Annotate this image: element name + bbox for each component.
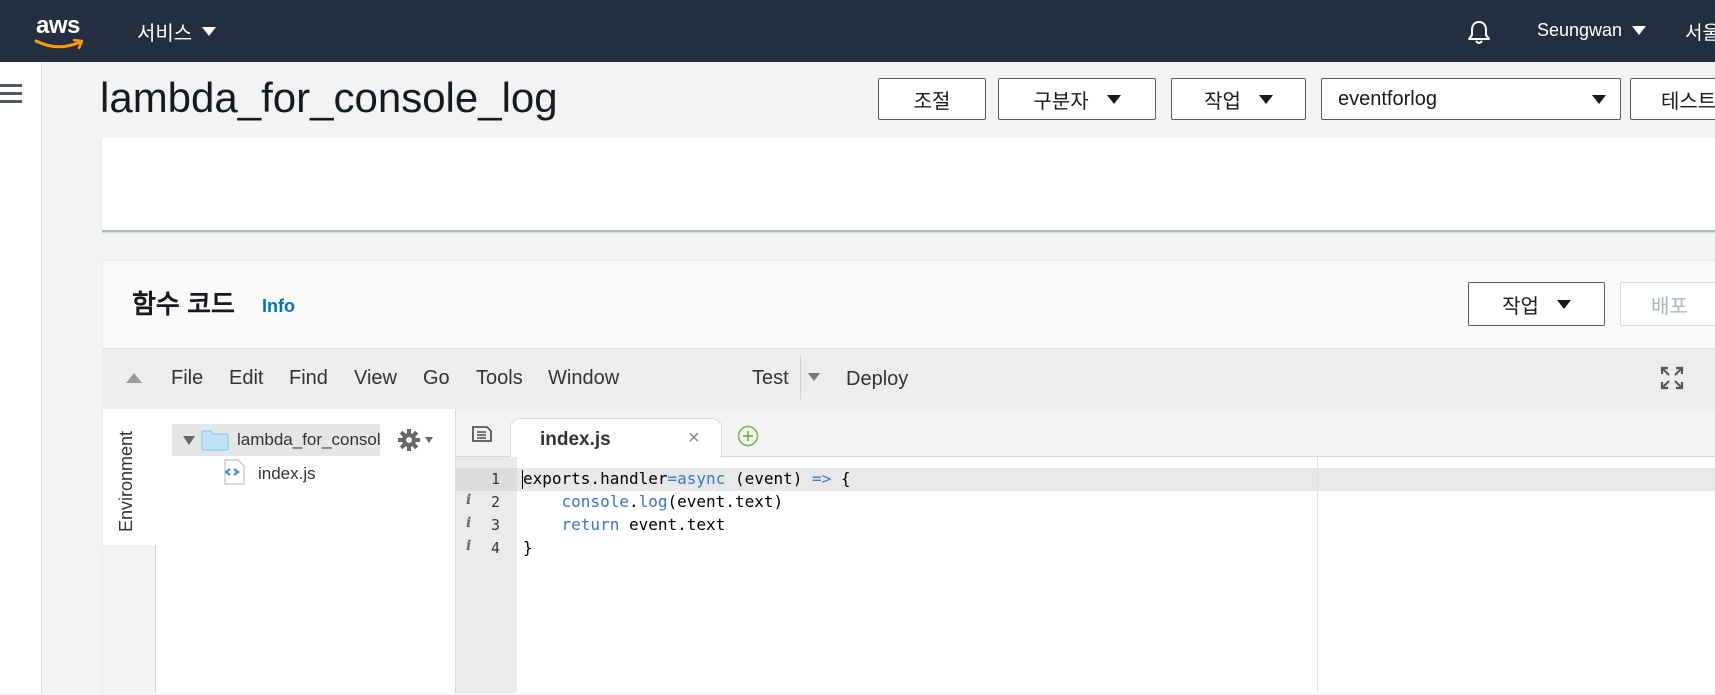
code-line: } (523, 538, 533, 557)
user-name: Seungwan (1537, 20, 1623, 40)
ide-menu-bar (103, 348, 1715, 410)
actions-button[interactable]: 작업 (1171, 78, 1306, 120)
chevron-down-icon (202, 27, 217, 36)
line-number: 1 (490, 470, 500, 488)
throttle-button[interactable]: 조절 (878, 78, 986, 120)
deploy-button-label: 배포 (1651, 295, 1688, 318)
ide-test-button[interactable]: Test (752, 367, 789, 390)
test-button-label: 테스트 (1661, 90, 1715, 113)
menu-view[interactable]: View (354, 367, 397, 390)
menu-edit[interactable]: Edit (229, 367, 263, 390)
editor-tab-label: index.js (540, 429, 611, 450)
toolbar-divider (800, 355, 801, 399)
hamburger-menu-icon[interactable] (0, 84, 22, 104)
actions-button-label: 작업 (1204, 90, 1241, 113)
line-number: 4 (490, 539, 500, 557)
caret-down-icon[interactable] (183, 436, 195, 445)
top-navigation-bar: aws 서비스 Seungwan 서울 (0, 0, 1715, 62)
test-event-select[interactable]: eventforlog (1321, 78, 1621, 120)
environment-tab-label: Environment (116, 430, 136, 532)
menu-window[interactable]: Window (548, 367, 619, 390)
user-menu[interactable]: Seungwan (1537, 20, 1647, 41)
region-menu[interactable]: 서울 (1685, 18, 1715, 45)
aws-smile-icon (34, 38, 84, 50)
deploy-button[interactable]: 배포 (1620, 282, 1715, 326)
chevron-down-icon (1106, 94, 1121, 104)
line-number: 3 (490, 516, 500, 534)
menu-file[interactable]: File (171, 367, 203, 390)
code-line: exports.handler=async (event) => { (523, 469, 851, 488)
menu-tools[interactable]: Tools (476, 367, 523, 390)
page-title: lambda_for_console_log (100, 74, 558, 121)
gear-icon[interactable] (397, 428, 421, 452)
close-icon[interactable]: × (688, 427, 700, 450)
print-margin (1317, 457, 1318, 693)
fullscreen-icon[interactable] (1660, 366, 1684, 390)
function-code-title: 함수 코드 (132, 289, 235, 319)
chevron-down-icon (1258, 94, 1273, 104)
services-label: 서비스 (137, 23, 193, 45)
chevron-down-icon (1556, 299, 1571, 309)
js-file-icon (224, 459, 245, 485)
test-event-value: eventforlog (1338, 87, 1437, 110)
info-annotation-icon[interactable]: i (466, 538, 471, 554)
folder-icon (201, 430, 229, 451)
tree-file-index-js[interactable]: index.js (258, 464, 316, 484)
chevron-down-icon (1632, 26, 1647, 35)
code-actions-button-label: 작업 (1502, 295, 1539, 318)
chevron-down-icon (1592, 94, 1606, 104)
ide-deploy-button[interactable]: Deploy (846, 368, 908, 391)
info-link[interactable]: Info (262, 296, 295, 317)
throttle-button-label: 조절 (913, 90, 951, 113)
info-annotation-icon[interactable]: i (466, 515, 471, 531)
code-line: console.log(event.text) (561, 492, 784, 511)
aws-logo-text: aws (36, 12, 80, 39)
collapse-arrow-icon[interactable] (126, 373, 142, 383)
code-line: return event.text (561, 515, 726, 534)
menu-find[interactable]: Find (289, 367, 328, 390)
code-actions-button[interactable]: 작업 (1468, 282, 1605, 326)
test-dropdown-icon[interactable] (808, 373, 820, 381)
left-navigation-rail (0, 62, 42, 693)
designer-panel (102, 138, 1715, 232)
tree-root-label: lambda_for_console_log (237, 430, 380, 449)
line-number: 2 (490, 493, 500, 511)
tab-list-icon[interactable] (471, 425, 493, 443)
test-button[interactable]: 테스트 (1630, 78, 1715, 120)
menu-go[interactable]: Go (423, 367, 450, 390)
services-menu[interactable]: 서비스 (137, 17, 217, 46)
info-annotation-icon[interactable]: i (466, 492, 471, 508)
notification-bell-icon[interactable] (1465, 18, 1493, 46)
add-tab-icon[interactable] (737, 425, 759, 447)
gear-dropdown-icon[interactable] (425, 437, 433, 443)
qualifiers-button-label: 구분자 (1033, 90, 1089, 113)
qualifiers-button[interactable]: 구분자 (998, 78, 1156, 120)
aws-logo[interactable]: aws (34, 12, 94, 50)
